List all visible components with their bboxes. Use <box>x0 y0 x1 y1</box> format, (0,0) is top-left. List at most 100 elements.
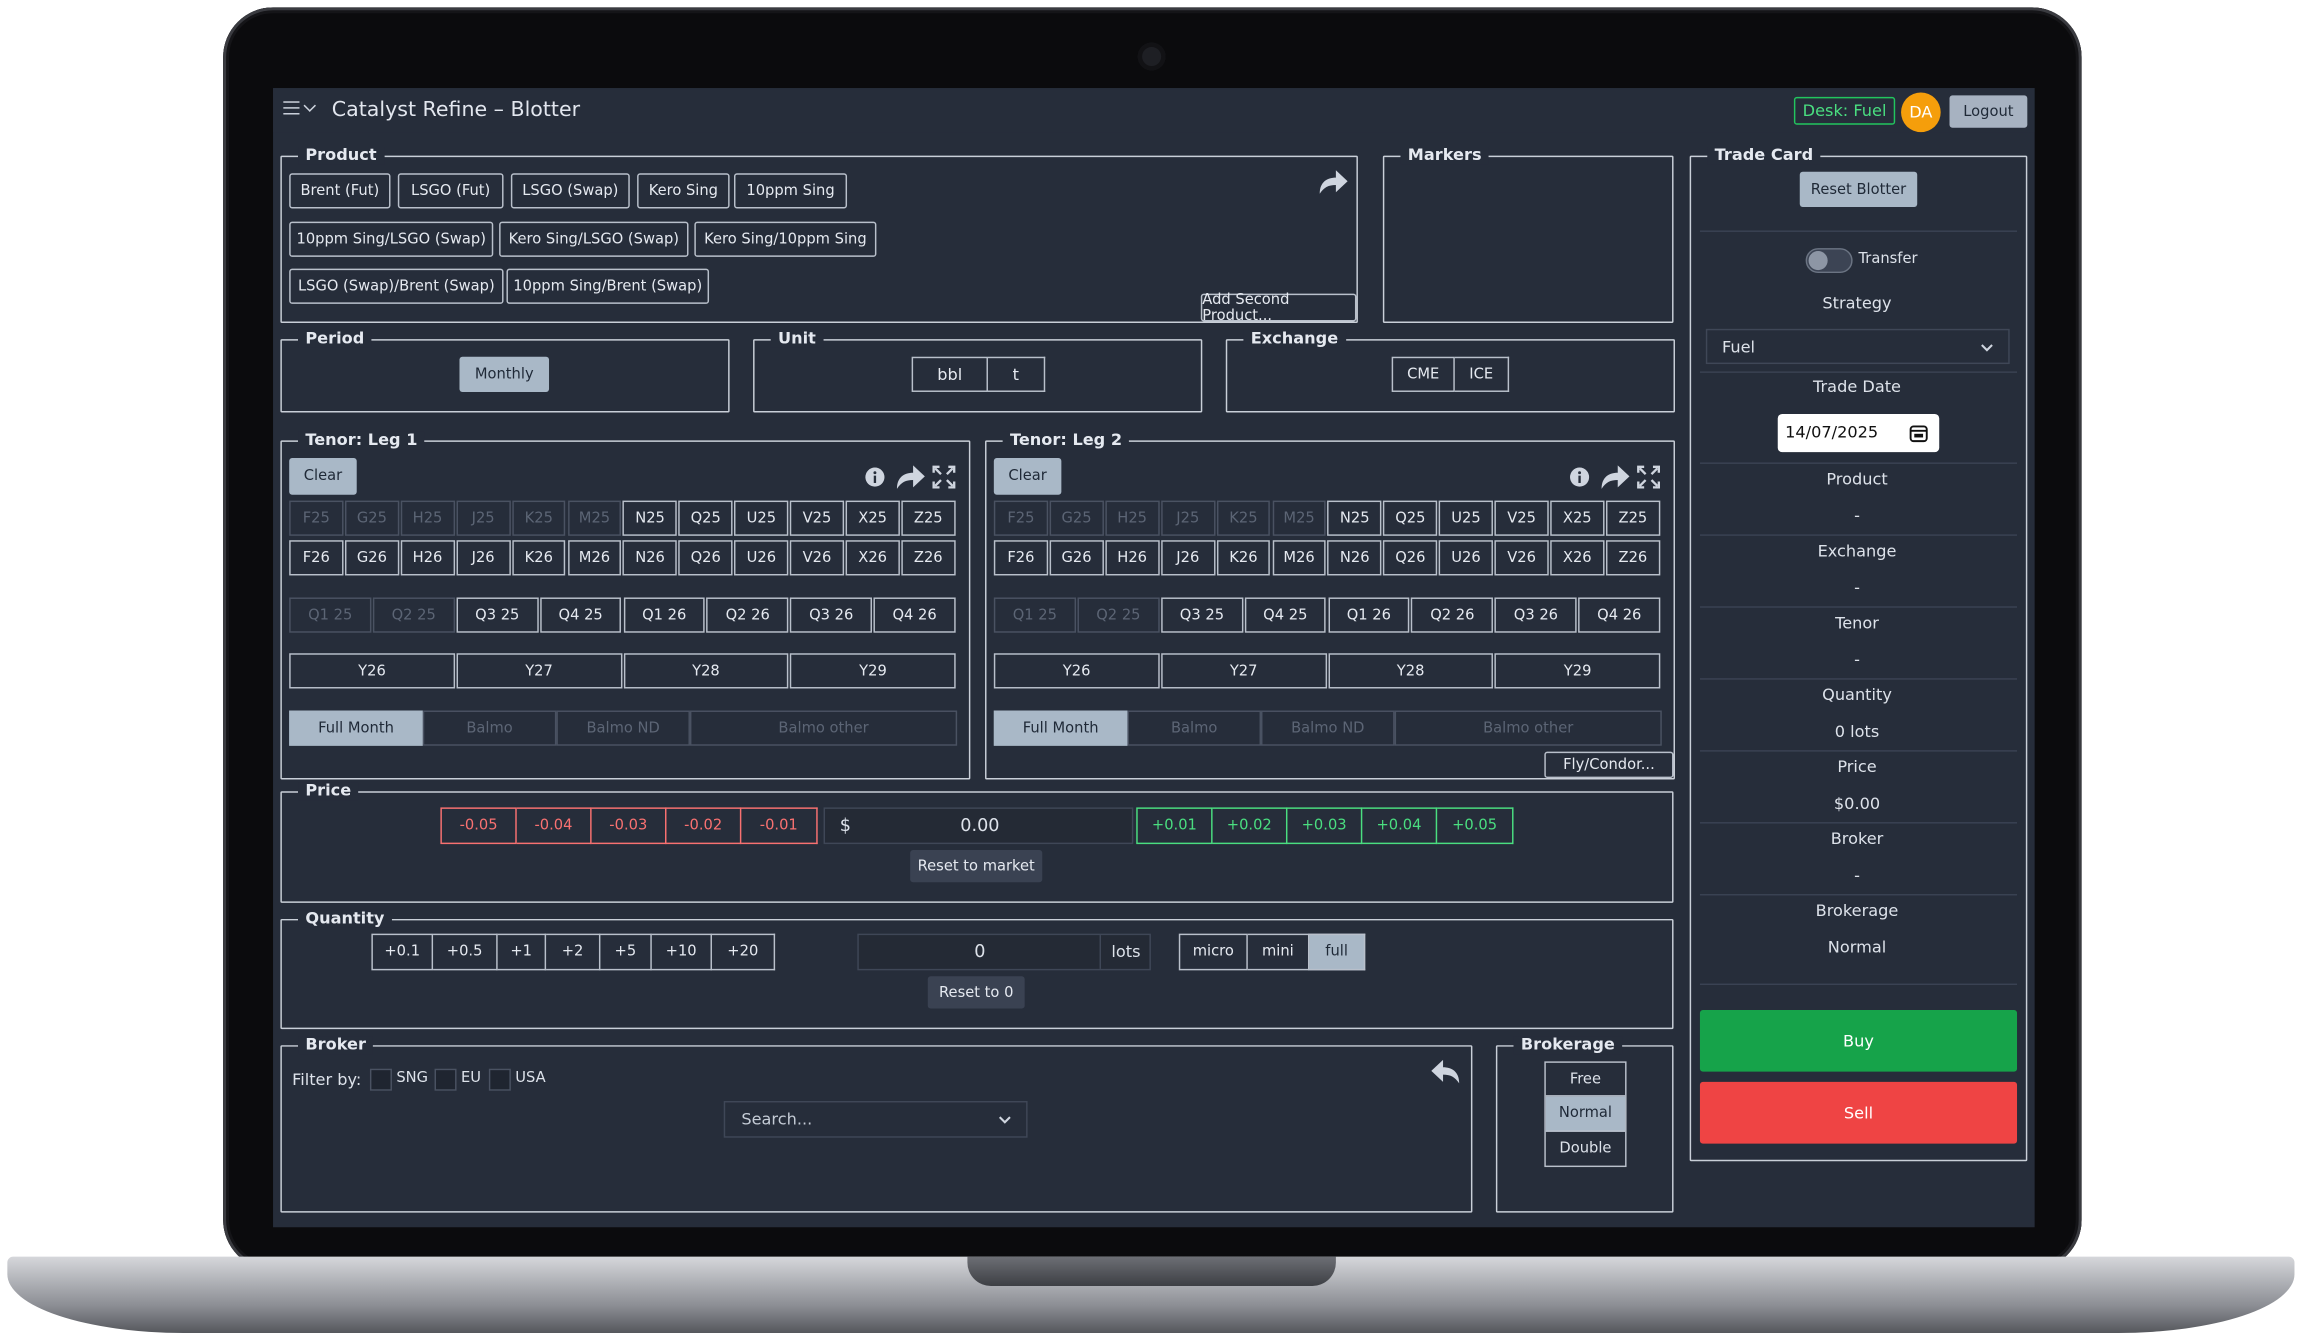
tenor-month-button[interactable]: U26 <box>734 540 789 576</box>
tenor-month-button[interactable]: G26 <box>1049 540 1104 576</box>
tenor-month-button[interactable]: X25 <box>845 500 900 536</box>
tenor-month-button[interactable]: V26 <box>1494 540 1549 576</box>
quantity-increment-button[interactable]: +10 <box>651 933 712 971</box>
tenor-quarter-button[interactable]: Q1 26 <box>1327 597 1410 633</box>
tenor-month-button[interactable]: U25 <box>734 500 789 536</box>
tenor-month-button[interactable]: N25 <box>623 500 678 536</box>
price-increment-button[interactable]: +0.02 <box>1212 807 1288 845</box>
reset-quantity-button[interactable]: Reset to 0 <box>927 976 1025 1009</box>
period-monthly-button[interactable]: Monthly <box>459 356 550 392</box>
price-decrement-button[interactable]: -0.04 <box>516 807 592 845</box>
share-icon[interactable] <box>1317 167 1349 196</box>
tenor-month-button[interactable]: G26 <box>344 540 399 576</box>
tenor-year-button[interactable]: Y26 <box>993 653 1160 689</box>
strategy-select[interactable]: Fuel <box>1705 328 2010 365</box>
tenor-month-button[interactable]: U26 <box>1438 540 1494 576</box>
tenor-quarter-button[interactable]: Q4 26 <box>1578 597 1661 633</box>
tenor-month-button[interactable]: Q26 <box>1383 540 1438 576</box>
tenor-month-button[interactable]: V26 <box>789 540 845 576</box>
tenor-month-button[interactable]: F26 <box>289 540 344 576</box>
tenor-month-button[interactable]: Z25 <box>1605 500 1660 536</box>
product-button[interactable]: 10ppm Sing <box>734 173 848 209</box>
tenor-year-button[interactable]: Y26 <box>289 653 455 689</box>
quantity-increment-button[interactable]: +1 <box>497 933 547 971</box>
share-icon[interactable] <box>894 462 926 491</box>
tenor-quarter-button[interactable]: Q4 26 <box>873 597 956 633</box>
tenor-year-button[interactable]: Y28 <box>1327 653 1494 689</box>
product-button[interactable]: Brent (Fut) <box>289 173 391 209</box>
product-button[interactable]: 10ppm Sing/LSGO (Swap) <box>289 221 494 257</box>
tenor-quarter-button[interactable]: Q3 25 <box>456 597 539 633</box>
tenor-month-button[interactable]: M26 <box>567 540 622 576</box>
expand-icon[interactable] <box>1637 465 1661 489</box>
unit-t-button[interactable]: t <box>987 356 1046 392</box>
balmo-mode-button[interactable]: Full Month <box>289 710 423 746</box>
tenor-month-button[interactable]: Z26 <box>1605 540 1660 576</box>
quantity-increment-button[interactable]: +0.5 <box>433 933 498 971</box>
share-icon[interactable] <box>1599 462 1631 491</box>
price-input[interactable]: $ 0.00 <box>823 807 1134 845</box>
product-button[interactable]: LSGO (Swap)/Brent (Swap) <box>289 268 504 304</box>
quantity-input[interactable]: 0 lots <box>857 933 1151 971</box>
product-button[interactable]: Kero Sing/LSGO (Swap) <box>499 221 689 257</box>
trade-date-input[interactable]: 14/07/2025 <box>1777 413 1940 453</box>
tenor-month-button[interactable]: N26 <box>623 540 678 576</box>
chevron-down-icon[interactable] <box>303 99 316 112</box>
quantity-increment-button[interactable]: +5 <box>600 933 652 971</box>
tenor-quarter-button[interactable]: Q2 26 <box>706 597 789 633</box>
price-increment-button[interactable]: +0.03 <box>1287 807 1363 845</box>
brokerage-double-option[interactable]: Double <box>1546 1132 1625 1166</box>
tenor-month-button[interactable]: K26 <box>511 540 566 576</box>
size-full-button[interactable]: full <box>1309 933 1366 971</box>
logout-button[interactable]: Logout <box>1949 95 2028 128</box>
fly-condor-button[interactable]: Fly/Condor... <box>1544 751 1674 779</box>
tenor-month-button[interactable]: F26 <box>993 540 1048 576</box>
reset-blotter-button[interactable]: Reset Blotter <box>1799 171 1918 207</box>
tenor-month-button[interactable]: N26 <box>1327 540 1382 576</box>
product-button[interactable]: 10ppm Sing/Brent (Swap) <box>506 268 710 304</box>
balmo-mode-button[interactable]: Full Month <box>993 710 1128 746</box>
tenor-month-button[interactable]: K26 <box>1216 540 1271 576</box>
tenor-month-button[interactable]: U25 <box>1438 500 1494 536</box>
reply-icon[interactable] <box>1430 1057 1462 1086</box>
size-mini-button[interactable]: mini <box>1247 933 1310 971</box>
filter-eu-checkbox[interactable] <box>434 1068 457 1091</box>
brokerage-normal-option[interactable]: Normal <box>1545 1096 1626 1132</box>
tenor-month-button[interactable]: Q25 <box>678 500 733 536</box>
desk-badge[interactable]: Desk: Fuel <box>1793 96 1896 125</box>
price-decrement-button[interactable]: -0.02 <box>666 807 742 845</box>
price-increment-button[interactable]: +0.01 <box>1136 807 1213 845</box>
tenor-month-button[interactable]: Q25 <box>1383 500 1438 536</box>
product-button[interactable]: LSGO (Fut) <box>397 173 504 209</box>
tenor-month-button[interactable]: V25 <box>789 500 845 536</box>
price-decrement-button[interactable]: -0.01 <box>741 807 818 845</box>
price-decrement-button[interactable]: -0.05 <box>440 807 517 845</box>
quantity-increment-button[interactable]: +0.1 <box>371 933 434 971</box>
tenor-quarter-button[interactable]: Q4 25 <box>539 597 622 633</box>
unit-bbl-button[interactable]: bbl <box>911 356 988 392</box>
expand-icon[interactable] <box>932 465 956 489</box>
info-icon[interactable] <box>865 467 886 488</box>
tenor-month-button[interactable]: H26 <box>400 540 455 576</box>
tenor-quarter-button[interactable]: Q1 26 <box>623 597 706 633</box>
tenor-quarter-button[interactable]: Q3 26 <box>1494 597 1577 633</box>
tenor-month-button[interactable]: X26 <box>845 540 900 576</box>
quantity-increment-button[interactable]: +2 <box>546 933 601 971</box>
exchange-ice-button[interactable]: ICE <box>1454 356 1510 392</box>
tenor-month-button[interactable]: M26 <box>1272 540 1327 576</box>
tenor-year-button[interactable]: Y29 <box>1494 653 1661 689</box>
add-second-product-button[interactable]: Add Second Product... <box>1200 291 1357 324</box>
tenor-month-button[interactable]: Z26 <box>901 540 956 576</box>
broker-search-select[interactable]: Search... <box>723 1101 1028 1138</box>
tenor-month-button[interactable]: V25 <box>1494 500 1549 536</box>
exchange-cme-button[interactable]: CME <box>1391 356 1455 392</box>
product-button[interactable]: Kero Sing <box>637 173 730 209</box>
tenor-year-button[interactable]: Y29 <box>790 653 956 689</box>
size-micro-button[interactable]: micro <box>1178 933 1248 971</box>
tenor-quarter-button[interactable]: Q3 25 <box>1160 597 1243 633</box>
tenor-year-button[interactable]: Y28 <box>623 653 789 689</box>
filter-sng-checkbox[interactable] <box>369 1068 392 1091</box>
tenor-month-button[interactable]: X26 <box>1550 540 1605 576</box>
price-increment-button[interactable]: +0.04 <box>1362 807 1438 845</box>
brokerage-free-option[interactable]: Free <box>1545 1063 1626 1097</box>
